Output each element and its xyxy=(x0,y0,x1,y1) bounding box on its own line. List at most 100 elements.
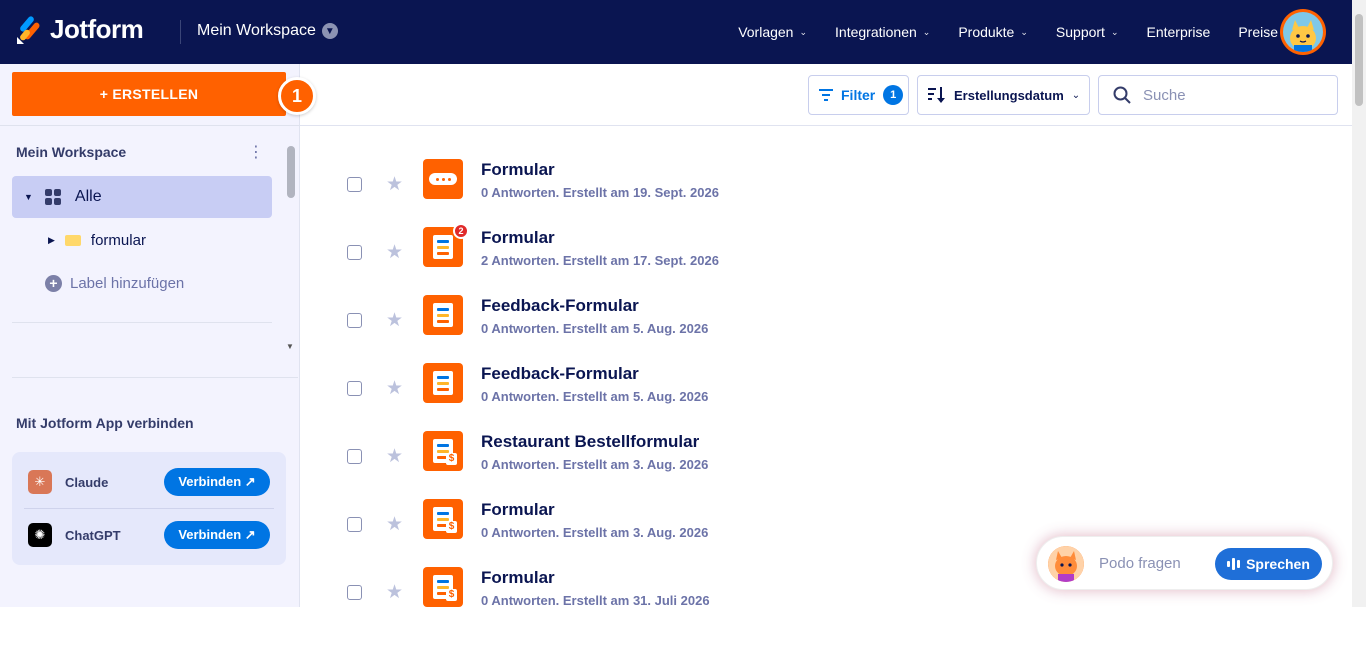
caret-down-icon[interactable]: ▼ xyxy=(24,192,33,202)
workspace-switcher[interactable]: Mein Workspace ▼ xyxy=(197,22,338,40)
filter-button[interactable]: Filter 1 xyxy=(808,75,909,115)
star-icon[interactable]: ★ xyxy=(386,513,403,536)
create-button[interactable]: + ERSTELLEN xyxy=(12,72,286,116)
add-label-text: Label hinzufügen xyxy=(70,275,185,292)
form-title[interactable]: Formular xyxy=(481,500,555,520)
filter-label: Filter xyxy=(841,87,876,103)
form-meta: 0 Antworten. Erstellt am 3. Aug. 2026 xyxy=(481,525,709,540)
speak-button[interactable]: Sprechen xyxy=(1215,548,1322,580)
row-checkbox[interactable] xyxy=(347,517,362,532)
payment-form-icon[interactable]: $ xyxy=(423,499,463,539)
row-checkbox[interactable] xyxy=(347,177,362,192)
plus-icon: + xyxy=(45,275,62,292)
top-navigation-bar: Jotform Mein Workspace ▼ Vorlagen ⌄ Integ… xyxy=(0,0,1366,64)
form-title[interactable]: Restaurant Bestellformular xyxy=(481,432,699,452)
step-badge: 1 xyxy=(278,77,316,115)
jotform-logo[interactable]: Jotform xyxy=(16,14,144,45)
app-name: ChatGPT xyxy=(65,527,121,543)
form-meta: 0 Antworten. Erstellt am 31. Juli 2026 xyxy=(481,593,710,608)
folder-icon xyxy=(64,235,81,246)
search-box[interactable] xyxy=(1098,75,1338,115)
search-icon xyxy=(1113,86,1131,104)
form-title[interactable]: Feedback-Formular xyxy=(481,364,639,384)
notification-badge: 2 xyxy=(453,223,469,239)
form-meta: 2 Antworten. Erstellt am 17. Sept. 2026 xyxy=(481,253,719,268)
star-icon[interactable]: ★ xyxy=(386,581,403,604)
row-checkbox[interactable] xyxy=(347,381,362,396)
sort-icon xyxy=(928,87,945,103)
sidebar: + ERSTELLEN 1 Mein Workspace ⋮ ▼ ▼ Alle … xyxy=(0,64,316,607)
sort-label: Erstellungsdatum xyxy=(954,87,1064,103)
podo-assistant-widget[interactable]: Podo fragen Sprechen xyxy=(1036,536,1333,590)
sidebar-scrollbar-thumb[interactable] xyxy=(287,146,295,198)
form-title[interactable]: Formular xyxy=(481,160,555,180)
nav-produkte[interactable]: Produkte ⌄ xyxy=(958,24,1028,40)
chevron-down-icon: ⌄ xyxy=(1020,26,1028,37)
star-icon[interactable]: ★ xyxy=(386,241,403,264)
chevron-down-icon: ⌄ xyxy=(1071,89,1081,101)
more-options-icon[interactable]: ⋮ xyxy=(248,142,264,161)
chevron-down-icon: ▼ xyxy=(321,23,338,39)
avatar-illustration xyxy=(1283,12,1323,52)
sidebar-divider xyxy=(0,125,300,126)
form-meta: 0 Antworten. Erstellt am 5. Aug. 2026 xyxy=(481,389,709,404)
speak-label: Sprechen xyxy=(1246,556,1310,572)
page-scrollbar[interactable] xyxy=(1352,0,1366,607)
form-icon[interactable] xyxy=(423,363,463,403)
sidebar-divider xyxy=(12,322,272,323)
connect-chatgpt-button[interactable]: Verbinden ↗ xyxy=(164,521,270,549)
sort-dropdown[interactable]: Erstellungsdatum ⌄ xyxy=(917,75,1090,115)
toolbar-divider xyxy=(300,125,1352,126)
form-icon[interactable] xyxy=(423,295,463,335)
nav-label: Support xyxy=(1055,24,1105,40)
row-checkbox[interactable] xyxy=(347,313,362,328)
star-icon[interactable]: ★ xyxy=(386,377,403,400)
main-nav: Vorlagen ⌄ Integrationen ⌄ Produkte ⌄ Suppo… xyxy=(738,24,1278,40)
jotform-logo-icon xyxy=(17,15,40,44)
connect-app-title: Mit Jotform App verbinden xyxy=(16,415,194,431)
card-form-icon[interactable] xyxy=(423,159,463,199)
nav-label: Integrationen xyxy=(835,24,917,40)
star-icon[interactable]: ★ xyxy=(386,173,403,196)
nav-label: Vorlagen xyxy=(738,24,794,40)
row-checkbox[interactable] xyxy=(347,245,362,260)
connect-apps-panel: ✳ Claude Verbinden ↗ ✺ ChatGPT Verbinden… xyxy=(12,452,286,565)
nav-preise[interactable]: Preise xyxy=(1238,24,1278,40)
form-title[interactable]: Formular xyxy=(481,228,555,248)
chatgpt-icon: ✺ xyxy=(28,523,52,547)
podo-avatar xyxy=(1048,546,1084,582)
user-avatar[interactable] xyxy=(1280,9,1326,55)
connect-claude-button[interactable]: Verbinden ↗ xyxy=(164,468,270,496)
nav-enterprise[interactable]: Enterprise xyxy=(1147,24,1211,40)
form-title[interactable]: Formular xyxy=(481,568,555,588)
grid-icon xyxy=(44,189,61,205)
payment-form-icon[interactable]: $ xyxy=(423,567,463,607)
sidebar-item-formular[interactable]: ▶ formular xyxy=(48,232,146,249)
row-checkbox[interactable] xyxy=(347,449,362,464)
scrollbar-thumb[interactable] xyxy=(1355,14,1363,106)
sidebar-item-alle[interactable]: ▼ Alle xyxy=(12,176,272,218)
star-icon[interactable]: ★ xyxy=(386,445,403,468)
podo-prompt[interactable]: Podo fragen xyxy=(1099,555,1181,572)
app-name: Claude xyxy=(65,474,109,490)
sidebar-divider xyxy=(12,377,298,378)
scroll-down-icon[interactable]: ▼ xyxy=(286,342,294,351)
sidebar-item-label: formular xyxy=(90,232,146,249)
star-icon[interactable]: ★ xyxy=(386,309,403,332)
nav-support[interactable]: Support ⌄ xyxy=(1056,24,1119,40)
nav-label: Produkte xyxy=(958,24,1015,40)
payment-form-icon[interactable]: $ xyxy=(423,431,463,471)
workspace-name: Mein Workspace xyxy=(197,22,316,39)
add-label-button[interactable]: + Label hinzufügen xyxy=(45,275,184,292)
caret-right-icon[interactable]: ▶ xyxy=(48,235,55,246)
form-title[interactable]: Feedback-Formular xyxy=(481,296,639,316)
search-input[interactable] xyxy=(1143,86,1323,104)
nav-integrationen[interactable]: Integrationen ⌄ xyxy=(835,24,930,40)
sidebar-scrollbar[interactable]: ▼ xyxy=(286,144,296,354)
row-checkbox[interactable] xyxy=(347,585,362,600)
chevron-down-icon: ⌄ xyxy=(922,26,931,37)
claude-icon: ✳ xyxy=(28,470,52,494)
connect-divider xyxy=(24,508,274,509)
nav-vorlagen[interactable]: Vorlagen ⌄ xyxy=(738,24,807,40)
form-meta: 0 Antworten. Erstellt am 5. Aug. 2026 xyxy=(481,321,709,336)
